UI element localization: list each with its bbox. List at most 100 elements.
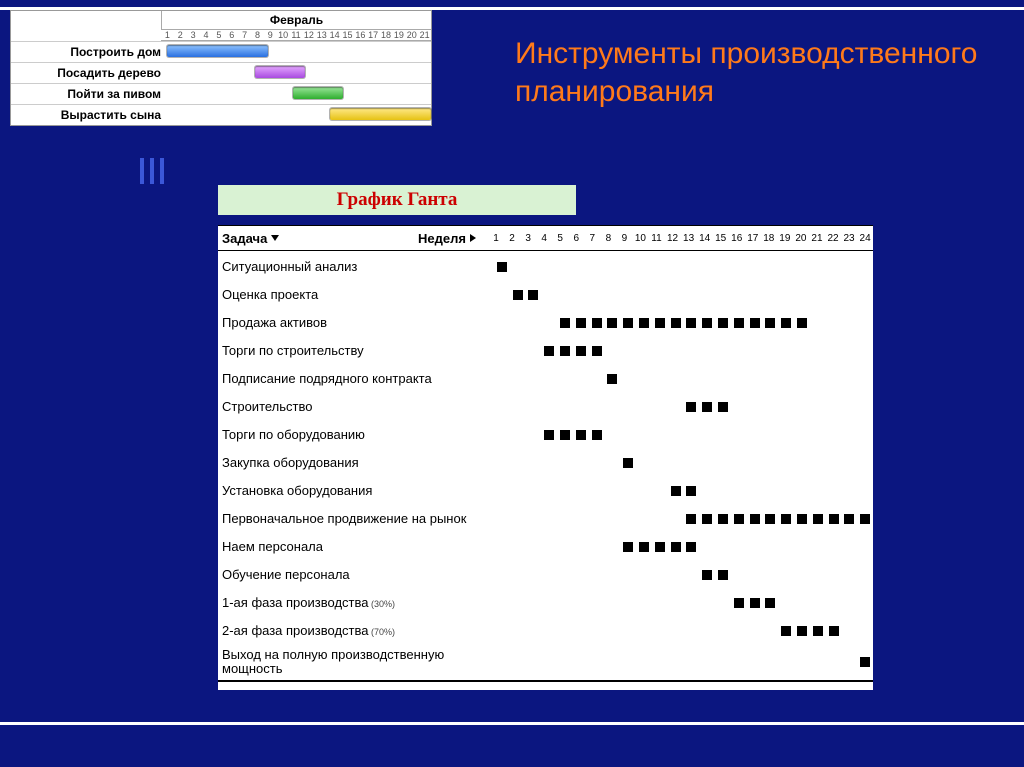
- big-gantt-header: Задача Неделя 12345678910111213141516171…: [218, 225, 873, 251]
- big-gantt-row: Обучение персонала: [218, 561, 873, 589]
- gantt-mark: [750, 318, 760, 328]
- gantt-mark: [718, 570, 728, 580]
- task-name: Закупка оборудования: [218, 456, 494, 470]
- gantt-mark: [844, 514, 854, 524]
- big-gantt-chart: Задача Неделя 12345678910111213141516171…: [218, 225, 873, 690]
- gantt-mark: [797, 626, 807, 636]
- big-gantt-row: Ситуационный анализ: [218, 253, 873, 281]
- big-gantt-row: Наем персонала: [218, 533, 873, 561]
- gantt-mark: [576, 318, 586, 328]
- gantt-mark: [607, 318, 617, 328]
- mini-gantt-row-label: Построить дом: [11, 45, 167, 59]
- gantt-mark: [497, 262, 507, 272]
- gantt-mark: [686, 514, 696, 524]
- gantt-mark: [576, 346, 586, 356]
- gantt-mark: [718, 318, 728, 328]
- big-gantt-row: Оценка проекта: [218, 281, 873, 309]
- task-name: Продажа активов: [218, 316, 494, 330]
- mini-gantt-month: Февраль: [162, 11, 431, 30]
- task-name: Установка оборудования: [218, 484, 494, 498]
- gantt-mark: [528, 290, 538, 300]
- big-gantt-row: Торги по оборудованию: [218, 421, 873, 449]
- gantt-mark: [829, 514, 839, 524]
- big-gantt-row: 1-ая фаза производства (30%): [218, 589, 873, 617]
- gantt-mark: [860, 657, 870, 667]
- gantt-mark: [544, 346, 554, 356]
- big-gantt-row: Закупка оборудования: [218, 449, 873, 477]
- gantt-mark: [686, 318, 696, 328]
- gantt-mark: [686, 542, 696, 552]
- gantt-mark: [671, 318, 681, 328]
- gantt-mark: [750, 598, 760, 608]
- task-name: Строительство: [218, 400, 494, 414]
- task-header: Задача: [222, 231, 267, 246]
- big-gantt-rows: Ситуационный анализ Оценка проекта Продажа…: [218, 251, 873, 682]
- gantt-mark: [702, 402, 712, 412]
- task-name: Выход на полную производственную мощност…: [218, 648, 494, 677]
- gantt-mark: [607, 374, 617, 384]
- big-gantt-row: Первоначальное продвижение на рынок: [218, 505, 873, 533]
- task-name: Торги по оборудованию: [218, 428, 494, 442]
- decorative-bars: [140, 158, 164, 184]
- task-name: Оценка проекта: [218, 288, 494, 302]
- triangle-down-icon: [271, 235, 279, 241]
- gantt-mark: [686, 402, 696, 412]
- gantt-mark: [702, 514, 712, 524]
- gantt-mark: [781, 514, 791, 524]
- mini-gantt-bar: [293, 87, 343, 99]
- mini-gantt-row-label: Вырастить сына: [11, 108, 167, 122]
- gantt-mark: [702, 570, 712, 580]
- gantt-mark: [765, 598, 775, 608]
- gantt-mark: [750, 514, 760, 524]
- big-gantt-row: Строительство: [218, 393, 873, 421]
- gantt-mark: [781, 626, 791, 636]
- task-name: Подписание подрядного контракта: [218, 372, 494, 386]
- task-name: Торги по строительству: [218, 344, 494, 358]
- task-name: Первоначальное продвижение на рынок: [218, 512, 494, 526]
- gantt-mark: [544, 430, 554, 440]
- mini-gantt-row: Пойти за пивом: [11, 83, 431, 104]
- gantt-mark: [734, 318, 744, 328]
- task-name: Обучение персонала: [218, 568, 494, 582]
- big-gantt-row: 2-ая фаза производства (70%): [218, 617, 873, 645]
- mini-gantt-bar: [167, 45, 268, 57]
- gantt-mark: [592, 318, 602, 328]
- gantt-mark: [623, 542, 633, 552]
- bottom-divider: [0, 722, 1024, 725]
- mini-gantt-row: Вырастить сына: [11, 104, 431, 125]
- gantt-mark: [781, 318, 791, 328]
- mini-gantt-rows: Построить дом Посадить дерево Пойти за пив…: [11, 41, 431, 125]
- gantt-mark: [560, 430, 570, 440]
- gantt-mark: [576, 430, 586, 440]
- gantt-mark: [765, 514, 775, 524]
- mini-gantt-row: Построить дом: [11, 41, 431, 62]
- mini-gantt-row: Посадить дерево: [11, 62, 431, 83]
- mini-gantt-chart: Февраль 12345678910111213141516171819202…: [10, 10, 432, 126]
- gantt-mark: [797, 318, 807, 328]
- task-name: Наем персонала: [218, 540, 494, 554]
- gantt-label: График Ганта: [218, 185, 576, 215]
- gantt-mark: [639, 542, 649, 552]
- gantt-mark: [860, 514, 870, 524]
- mini-gantt-bar: [330, 108, 431, 120]
- gantt-mark: [560, 318, 570, 328]
- gantt-mark: [702, 318, 712, 328]
- gantt-mark: [734, 514, 744, 524]
- gantt-mark: [560, 346, 570, 356]
- week-header: Неделя: [418, 231, 466, 246]
- gantt-mark: [734, 598, 744, 608]
- task-name: Ситуационный анализ: [218, 260, 494, 274]
- gantt-mark: [623, 458, 633, 468]
- gantt-mark: [797, 514, 807, 524]
- big-gantt-row: Подписание подрядного контракта: [218, 365, 873, 393]
- big-gantt-row: Продажа активов: [218, 309, 873, 337]
- gantt-mark: [671, 542, 681, 552]
- gantt-mark: [623, 318, 633, 328]
- gantt-mark: [592, 430, 602, 440]
- mini-gantt-bar: [255, 66, 305, 78]
- gantt-mark: [655, 318, 665, 328]
- gantt-mark: [655, 542, 665, 552]
- gantt-mark: [813, 626, 823, 636]
- gantt-mark: [765, 318, 775, 328]
- mini-gantt-row-label: Посадить дерево: [11, 66, 167, 80]
